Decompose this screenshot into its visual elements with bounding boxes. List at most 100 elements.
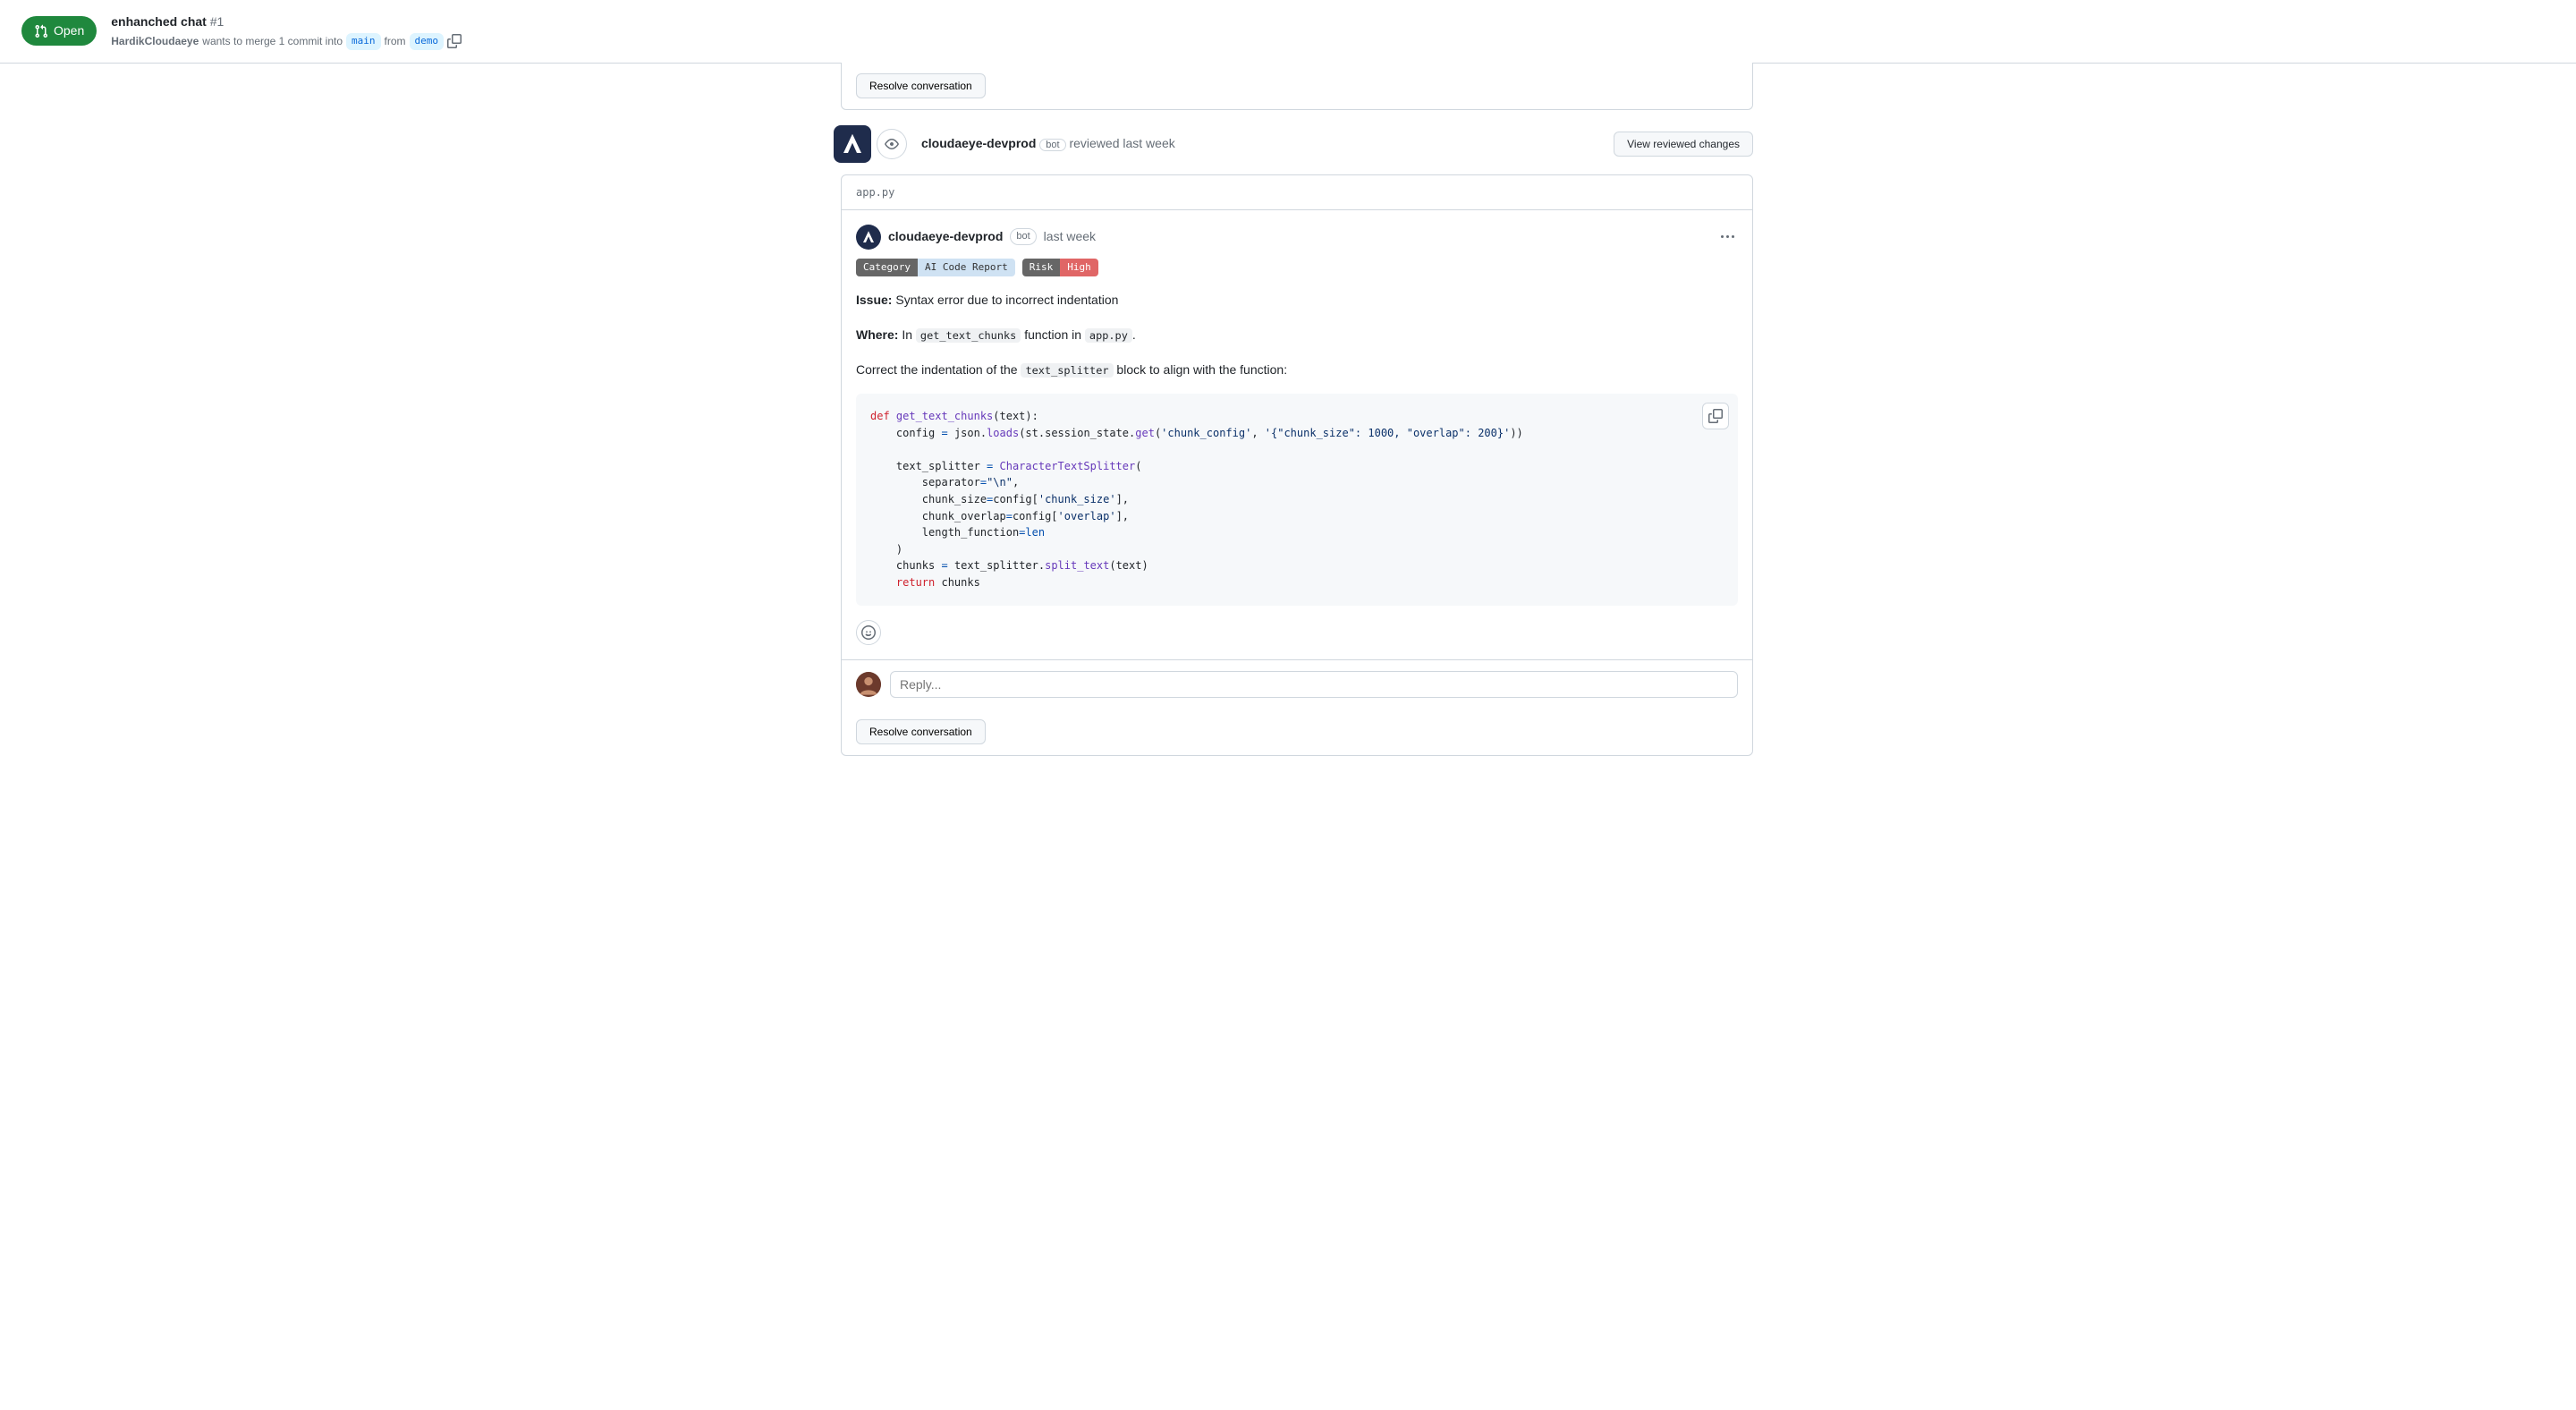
code-text: ], — [1116, 493, 1129, 505]
code-text: config[ — [993, 493, 1038, 505]
issue-line: Issue: Syntax error due to incorrect ind… — [856, 291, 1738, 310]
head-branch[interactable]: demo — [410, 33, 445, 50]
code-text: )) — [1510, 427, 1522, 439]
bot-pill: bot — [1039, 139, 1065, 151]
add-reaction-button[interactable] — [856, 620, 881, 645]
code-text: , — [1013, 476, 1019, 488]
risk-key: Risk — [1022, 259, 1061, 277]
code-text: (text) — [1109, 559, 1148, 572]
code-text: ( — [1135, 460, 1141, 472]
copy-code-icon[interactable] — [1702, 403, 1729, 429]
view-reviewed-changes-button[interactable]: View reviewed changes — [1614, 132, 1753, 157]
where-text-1: In — [898, 327, 915, 342]
pr-number: #1 — [210, 14, 225, 29]
correct-pre: Correct the indentation of the — [856, 362, 1021, 377]
review-author[interactable]: cloudaeye-devprod — [921, 136, 1036, 150]
cloudaeye-logo-icon — [839, 131, 866, 157]
comment-timestamp[interactable]: last week — [1044, 227, 1096, 246]
code-op: = — [941, 559, 947, 572]
resolve-row-bottom: Resolve conversation — [842, 709, 1752, 755]
code-text: (text): — [993, 410, 1038, 422]
code-text: config — [870, 427, 941, 439]
issue-text: Syntax error due to incorrect indentatio… — [892, 293, 1118, 307]
code-op: = — [941, 427, 947, 439]
smiley-icon — [861, 625, 876, 640]
code-text: text_splitter — [870, 460, 987, 472]
correct-code: text_splitter — [1021, 363, 1113, 378]
code-str: 'chunk_size' — [1038, 493, 1116, 505]
code-text: separator — [870, 476, 980, 488]
code-text: , — [1251, 427, 1264, 439]
issue-label: Issue: — [856, 293, 892, 307]
file-path: app.py — [856, 184, 894, 200]
code-text: text_splitter. — [948, 559, 1045, 572]
reply-input[interactable] — [890, 671, 1738, 698]
review-header: cloudaeye-devprod bot reviewed last week… — [823, 110, 1753, 167]
code-fn: split_text — [1045, 559, 1109, 572]
code-text: chunks — [870, 559, 941, 572]
risk-pill: Risk High — [1022, 259, 1098, 277]
review-eye-icon — [877, 129, 907, 159]
code-text: length_function — [870, 526, 1019, 539]
pr-header: Open enhanched chat #1 HardikCloudaeye w… — [0, 0, 2576, 64]
code-str: "\n" — [987, 476, 1013, 488]
code-fn: get_text_chunks — [890, 410, 994, 422]
where-text-3: . — [1132, 327, 1136, 342]
cloudaeye-logo-icon — [860, 229, 877, 245]
category-value: AI Code Report — [918, 259, 1015, 277]
status-label: Open — [54, 21, 84, 40]
code-op: = — [980, 476, 987, 488]
code-text: chunk_size — [870, 493, 987, 505]
category-key: Category — [856, 259, 918, 277]
code-text: chunks — [935, 576, 980, 589]
category-pill: Category AI Code Report — [856, 259, 1015, 277]
resolve-button-top[interactable]: Resolve conversation — [856, 73, 986, 98]
code-kw: return — [870, 576, 935, 589]
comment-author[interactable]: cloudaeye-devprod — [888, 227, 1003, 246]
status-badge: Open — [21, 16, 97, 46]
review-timestamp[interactable]: last week — [1123, 136, 1174, 150]
code-str: 'chunk_config' — [1161, 427, 1251, 439]
copy-icon[interactable] — [447, 34, 462, 48]
merge-from: from — [385, 33, 406, 49]
reply-bar — [842, 659, 1752, 709]
code-text: config[ — [1013, 510, 1058, 522]
where-code-1: get_text_chunks — [916, 328, 1021, 343]
code-at: len — [1025, 526, 1045, 539]
reviewer-avatar-large[interactable] — [834, 125, 871, 163]
pr-title[interactable]: enhanched chat — [111, 14, 207, 29]
correct-post: block to align with the function: — [1114, 362, 1288, 377]
code-op: = — [1006, 510, 1013, 522]
code-text: ) — [870, 543, 902, 556]
current-user-avatar[interactable] — [856, 672, 881, 697]
git-pull-request-icon — [34, 24, 48, 38]
bot-pill: bot — [1010, 228, 1036, 245]
where-label: Where: — [856, 327, 898, 342]
kebab-menu-icon[interactable] — [1717, 232, 1738, 242]
where-code-2: app.py — [1085, 328, 1132, 343]
code-fn: loads — [987, 427, 1019, 439]
where-line: Where: In get_text_chunks function in ap… — [856, 326, 1738, 344]
resolve-button-bottom[interactable]: Resolve conversation — [856, 719, 986, 744]
code-kw: def — [870, 410, 890, 422]
code-str: 'overlap' — [1058, 510, 1116, 522]
risk-value: High — [1060, 259, 1098, 277]
file-header[interactable]: app.py — [842, 175, 1752, 210]
code-text: json. — [948, 427, 987, 439]
code-str: '{"chunk_size": 1000, "overlap": 200}' — [1265, 427, 1511, 439]
base-branch[interactable]: main — [346, 33, 381, 50]
code-block: def get_text_chunks(text): config = json… — [856, 394, 1738, 606]
merge-author[interactable]: HardikCloudaeye — [111, 33, 199, 49]
comment-block: cloudaeye-devprod bot last week Category… — [842, 210, 1752, 659]
resolve-row-top: Resolve conversation — [841, 63, 1753, 110]
review-card: app.py cloudaeye-devprod bot last week C… — [841, 174, 1753, 756]
user-avatar-icon — [856, 672, 881, 697]
comment-avatar[interactable] — [856, 225, 881, 250]
reviewed-text: reviewed — [1069, 136, 1123, 150]
code-text: (st.session_state. — [1019, 427, 1135, 439]
code-fn: CharacterTextSplitter — [993, 460, 1135, 472]
correct-line: Correct the indentation of the text_spli… — [856, 361, 1738, 379]
merge-text: wants to merge 1 commit into — [202, 33, 343, 49]
code-text: chunk_overlap — [870, 510, 1006, 522]
where-text-2: function in — [1021, 327, 1085, 342]
